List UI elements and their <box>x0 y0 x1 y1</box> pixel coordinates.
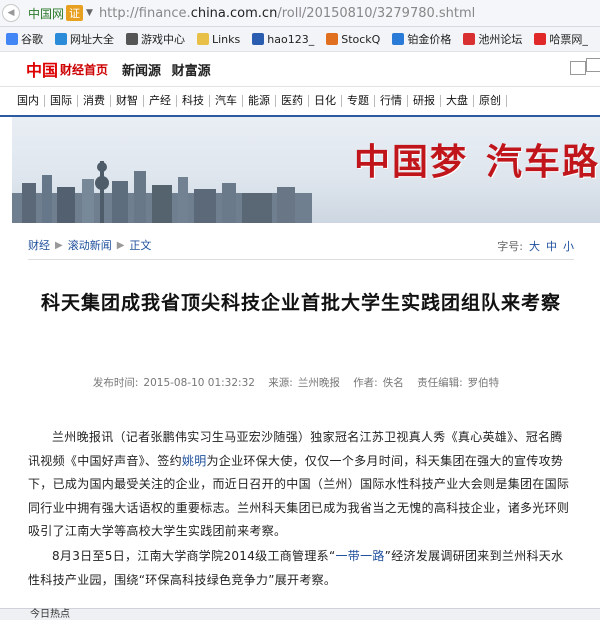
bookmark-favicon-icon <box>463 33 475 45</box>
wealth-source-link[interactable]: 财富源 <box>172 64 211 79</box>
breadcrumb-rolling-news[interactable]: 滚动新闻 <box>68 237 112 253</box>
publish-time: 2015-08-10 01:32:32 <box>143 377 255 389</box>
bookmark-favicon-icon <box>392 33 404 45</box>
font-size-switcher: 字号: 大中小 <box>497 238 574 254</box>
font-size-large[interactable]: 大 <box>529 240 540 253</box>
hot-news-bar[interactable]: 今日热点 <box>0 608 600 620</box>
nav-item[interactable]: 行情 <box>375 95 408 107</box>
banner-text-car: 汽车路 <box>486 141 600 183</box>
site-identity-label[interactable]: 中国网 <box>28 5 64 22</box>
hot-news-label[interactable]: 今日热点 <box>30 609 70 620</box>
nav-item[interactable]: 汽车 <box>210 95 243 107</box>
certificate-badge[interactable]: 证 <box>66 5 83 21</box>
nav-item[interactable]: 研报 <box>408 95 441 107</box>
bookmark-item[interactable]: hao123_ <box>252 33 314 46</box>
publish-time-label: 发布时间: <box>93 377 139 389</box>
banner-slogan: 中国梦汽车路 <box>336 133 600 185</box>
divider <box>28 259 574 260</box>
channel-nav: 国内国际消费财智产经科技汽车能源医药日化专题行情研报大盘原创 <box>0 87 600 117</box>
bookmark-item[interactable]: 池州论坛 <box>463 31 522 47</box>
bookmark-favicon-icon <box>55 33 67 45</box>
finance-home-link[interactable]: 财经首页 <box>60 61 108 78</box>
article-paragraph: 兰州晚报讯（记者张鹏伟实习生马亚宏沙随强）独家冠名江苏卫视真人秀《真心英雄》、冠… <box>28 426 570 544</box>
bookmark-label: 池州论坛 <box>478 31 522 47</box>
bookmark-favicon-icon <box>6 33 18 45</box>
site-logo[interactable]: 中国 <box>26 57 58 81</box>
site-header: 中国 财经首页 新闻源 财富源 <box>0 52 600 87</box>
bookmark-favicon-icon <box>252 33 264 45</box>
bookmark-label: hao123_ <box>267 33 314 46</box>
bookmark-item[interactable]: 谷歌 <box>6 31 43 47</box>
bookmark-label: 铂金价格 <box>407 31 451 47</box>
bookmark-item[interactable]: 铂金价格 <box>392 31 451 47</box>
belt-road-link[interactable]: 一带一路 <box>335 549 384 563</box>
font-size-small[interactable]: 小 <box>563 240 574 253</box>
bookmark-item[interactable]: StockQ <box>326 33 380 46</box>
login-icon[interactable] <box>586 58 600 72</box>
nav-item[interactable]: 科技 <box>177 95 210 107</box>
bookmark-label: 哈票网_ <box>549 31 588 47</box>
bookmark-label: StockQ <box>341 33 380 46</box>
bookmark-item[interactable]: 网址大全 <box>55 31 114 47</box>
city-skyline-image <box>12 153 312 223</box>
font-size-medium[interactable]: 中 <box>546 240 557 253</box>
nav-item[interactable]: 大盘 <box>441 95 474 107</box>
nav-item[interactable]: 财智 <box>111 95 144 107</box>
breadcrumb-finance[interactable]: 财经 <box>28 237 50 253</box>
chevron-down-icon[interactable]: ▼ <box>86 8 93 18</box>
banner-ad[interactable]: 中国梦汽车路 <box>12 117 600 223</box>
news-source-link[interactable]: 新闻源 <box>122 64 161 79</box>
user-icon[interactable] <box>570 61 586 75</box>
bookmark-label: 网址大全 <box>70 31 114 47</box>
nav-item[interactable]: 消费 <box>78 95 111 107</box>
bookmark-item[interactable]: 游戏中心 <box>126 31 185 47</box>
author-label: 作者: <box>353 377 378 389</box>
breadcrumb-separator-icon: ▶ <box>117 240 125 251</box>
bookmark-item[interactable]: Links <box>197 33 240 46</box>
font-size-label: 字号: <box>497 240 523 253</box>
bookmark-favicon-icon <box>534 33 546 45</box>
bookmark-label: 谷歌 <box>21 31 43 47</box>
bookmark-favicon-icon <box>126 33 138 45</box>
source: 兰州晚报 <box>298 377 340 389</box>
article-meta: 发布时间: 2015-08-10 01:32:32 来源: 兰州晚报 作者: 佚名 责… <box>28 375 574 390</box>
address-bar[interactable]: ◀ 中国网 证 ▼ http://finance.china.com.cn/ro… <box>0 0 600 27</box>
nav-item[interactable]: 国际 <box>45 95 78 107</box>
article-title: 科天集团成我省顶尖科技企业首批大学生实践团组队来考察 <box>28 283 574 323</box>
nav-item[interactable]: 能源 <box>243 95 276 107</box>
breadcrumb-separator-icon: ▶ <box>55 240 63 251</box>
banner-text-dream: 中国梦 <box>354 141 468 183</box>
bookmarks-bar: 谷歌 网址大全 游戏中心 Links hao123_ StockQ 铂金价格 池州论坛 哈票网_… <box>0 27 600 52</box>
nav-item[interactable]: 国内 <box>12 95 45 107</box>
author: 佚名 <box>383 377 404 389</box>
back-icon[interactable]: ◀ <box>2 4 20 22</box>
nav-item[interactable]: 日化 <box>309 95 342 107</box>
nav-item[interactable]: 原创 <box>474 95 507 107</box>
article-paragraph: 8月3日至5日，江南大学商学院2014级工商管理系“一带一路”经济发展调研团来到… <box>28 545 570 592</box>
nav-item[interactable]: 专题 <box>342 95 375 107</box>
bookmark-favicon-icon <box>197 33 209 45</box>
yao-ming-link[interactable]: 姚明 <box>182 454 207 468</box>
source-label: 来源: <box>268 377 293 389</box>
bookmark-favicon-icon <box>326 33 338 45</box>
url-text[interactable]: http://finance.china.com.cn/roll/2015081… <box>99 6 475 21</box>
bookmark-label: 游戏中心 <box>141 31 185 47</box>
nav-item[interactable]: 产经 <box>144 95 177 107</box>
nav-item[interactable]: 医药 <box>276 95 309 107</box>
editor: 罗伯特 <box>468 377 500 389</box>
bookmark-item[interactable]: 哈票网_ <box>534 31 588 47</box>
editor-label: 责任编辑: <box>417 377 463 389</box>
breadcrumb-article[interactable]: 正文 <box>129 237 151 253</box>
bookmark-label: Links <box>212 33 240 46</box>
